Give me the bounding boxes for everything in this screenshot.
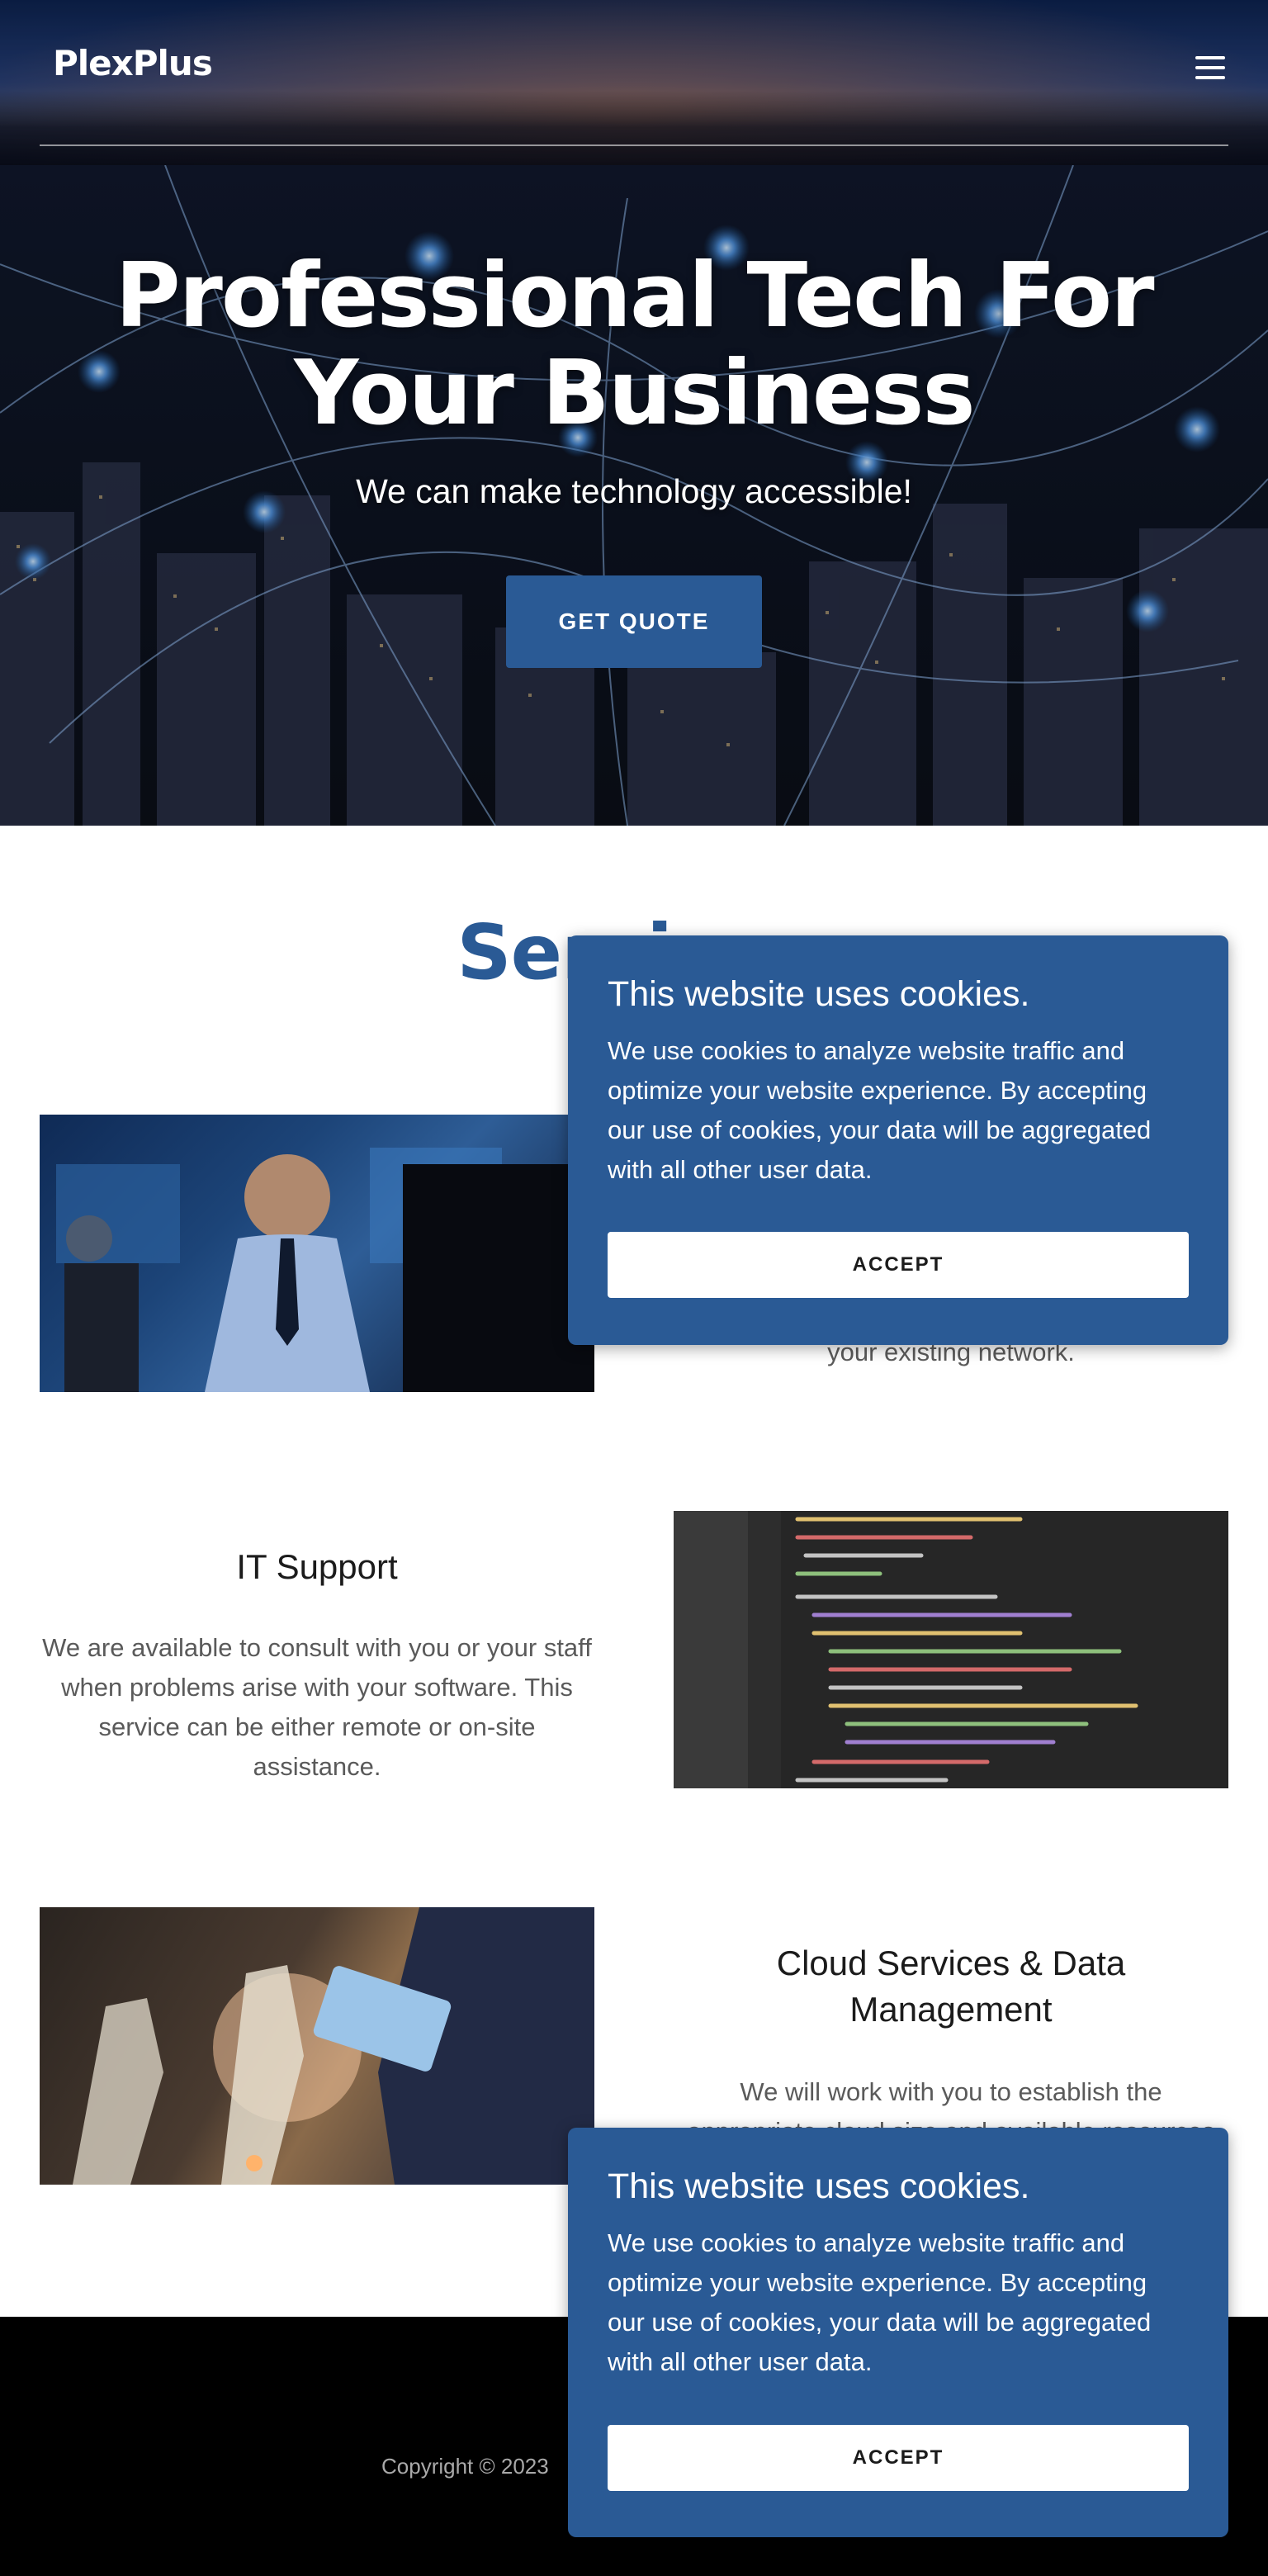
accept-cookies-button[interactable]: ACCEPT <box>608 1232 1189 1298</box>
service-cloud: Cloud Services & Data Management We will… <box>674 1940 1228 2152</box>
hero-title: Professional Tech For Your Business <box>115 244 1155 445</box>
service-image-businessman <box>40 1115 594 1392</box>
cookie-banner-title: This website uses cookies. <box>608 974 1030 1014</box>
industrial-robots-tablet-photo <box>73 1907 594 2185</box>
hamburger-menu-icon[interactable] <box>1195 56 1228 83</box>
cookie-banner-message: We use cookies to analyze website traffi… <box>608 1036 1152 1184</box>
code-editor-screenshot-photo <box>674 1511 1138 1788</box>
service-description: We are available to consult with you or … <box>42 1633 592 1781</box>
cookie-banner-message: We use cookies to analyze website traffi… <box>608 2228 1152 2376</box>
service-title: IT Support <box>236 1547 398 1586</box>
hero-section: PlexPlus Professional Tech For Your Busi… <box>0 0 1268 826</box>
site-logo[interactable]: PlexPlus <box>53 43 213 83</box>
copyright-text: Copyright © 2023 <box>381 2454 549 2479</box>
cookie-banner-duplicate: This website uses cookies. We use cookie… <box>568 2128 1228 2537</box>
businessman-at-computer-photo <box>56 1148 594 1392</box>
service-title: Cloud Services & Data Management <box>776 1944 1126 2029</box>
accept-cookies-button[interactable]: ACCEPT <box>608 2425 1189 2491</box>
service-it-support: IT Support We are available to consult w… <box>40 1544 594 1787</box>
get-quote-button[interactable]: GET QUOTE <box>506 575 762 668</box>
site-header: PlexPlus <box>40 43 1228 146</box>
cookie-banner-title: This website uses cookies. <box>608 2166 1030 2206</box>
hero-subtitle: We can make technology accessible! <box>356 472 912 510</box>
cookie-banner: This website uses cookies. We use cookie… <box>568 935 1228 1345</box>
service-image-robots <box>40 1907 594 2185</box>
header-divider <box>40 144 1228 146</box>
service-image-code <box>674 1511 1228 1788</box>
